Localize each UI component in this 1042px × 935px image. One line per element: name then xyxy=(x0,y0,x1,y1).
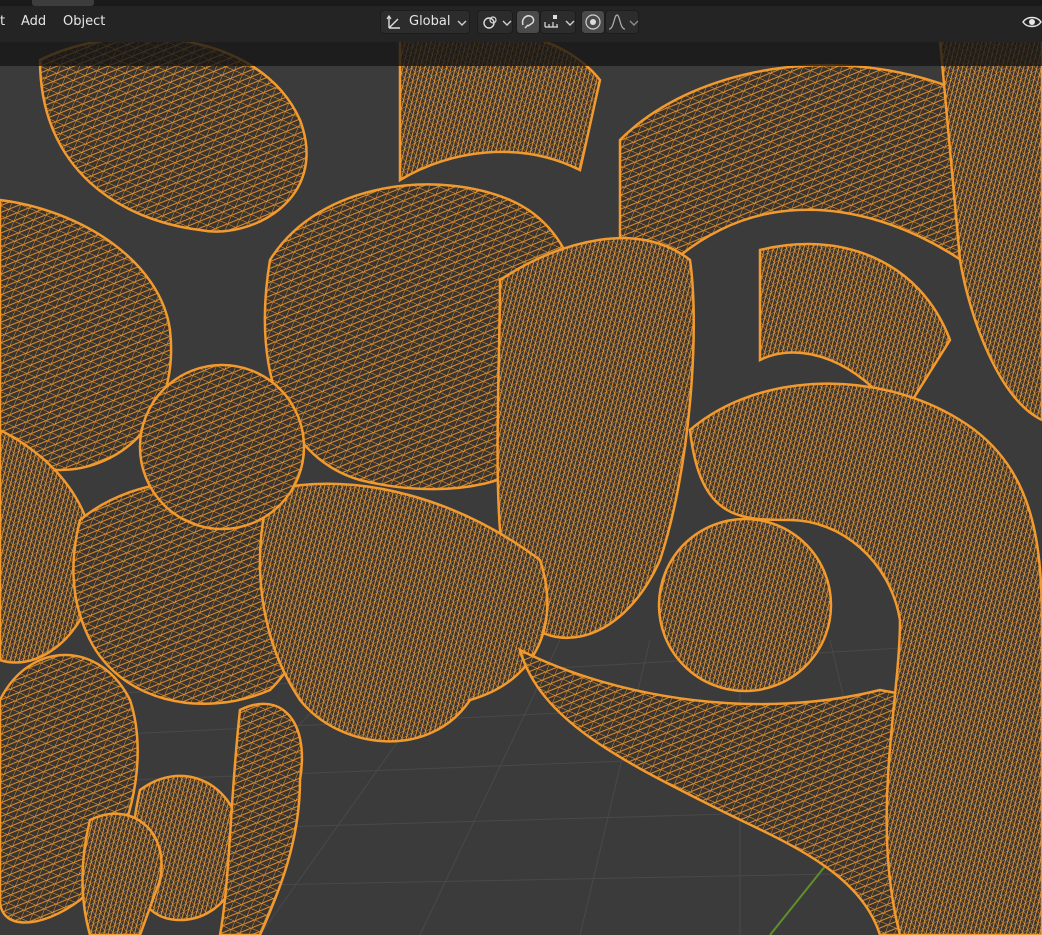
object-visibility-dropdown[interactable] xyxy=(1020,10,1042,34)
viewport-header-shadow xyxy=(0,42,1042,66)
chevron-down-icon xyxy=(565,20,575,26)
transform-orientation-value: Global xyxy=(409,14,451,29)
proportional-editing-icon xyxy=(585,14,601,30)
snap-target-dropdown[interactable] xyxy=(540,10,576,34)
transform-orientation-dropdown[interactable]: Global xyxy=(380,10,470,34)
falloff-curve-icon xyxy=(608,14,626,30)
snap-icon xyxy=(521,15,535,29)
menu-item-edit[interactable]: t xyxy=(0,12,5,32)
mesh-sphere-right xyxy=(657,517,833,693)
pivot-point-dropdown[interactable] xyxy=(477,10,513,34)
menu-item-add[interactable]: Add xyxy=(21,12,46,32)
3d-viewport[interactable] xyxy=(0,0,1042,935)
workspace-tab-strip xyxy=(0,0,1042,6)
snap-toggle[interactable] xyxy=(516,10,540,34)
viewport-header: t Add Object Global xyxy=(0,0,1042,42)
proportional-falloff-dropdown[interactable] xyxy=(605,10,639,34)
snap-increment-icon xyxy=(544,15,558,28)
active-workspace-tab[interactable] xyxy=(32,0,94,6)
mesh-sphere-left xyxy=(138,363,306,531)
menu-item-object[interactable]: Object xyxy=(63,12,105,32)
chevron-down-icon xyxy=(502,20,512,26)
viewport-canvas xyxy=(0,0,1042,935)
chevron-down-icon xyxy=(457,20,467,26)
transform-orientation-icon xyxy=(386,14,400,29)
eye-icon xyxy=(1022,16,1042,28)
chevron-down-icon xyxy=(629,20,639,26)
pivot-point-icon xyxy=(483,16,497,29)
proportional-editing-toggle[interactable] xyxy=(581,10,605,34)
